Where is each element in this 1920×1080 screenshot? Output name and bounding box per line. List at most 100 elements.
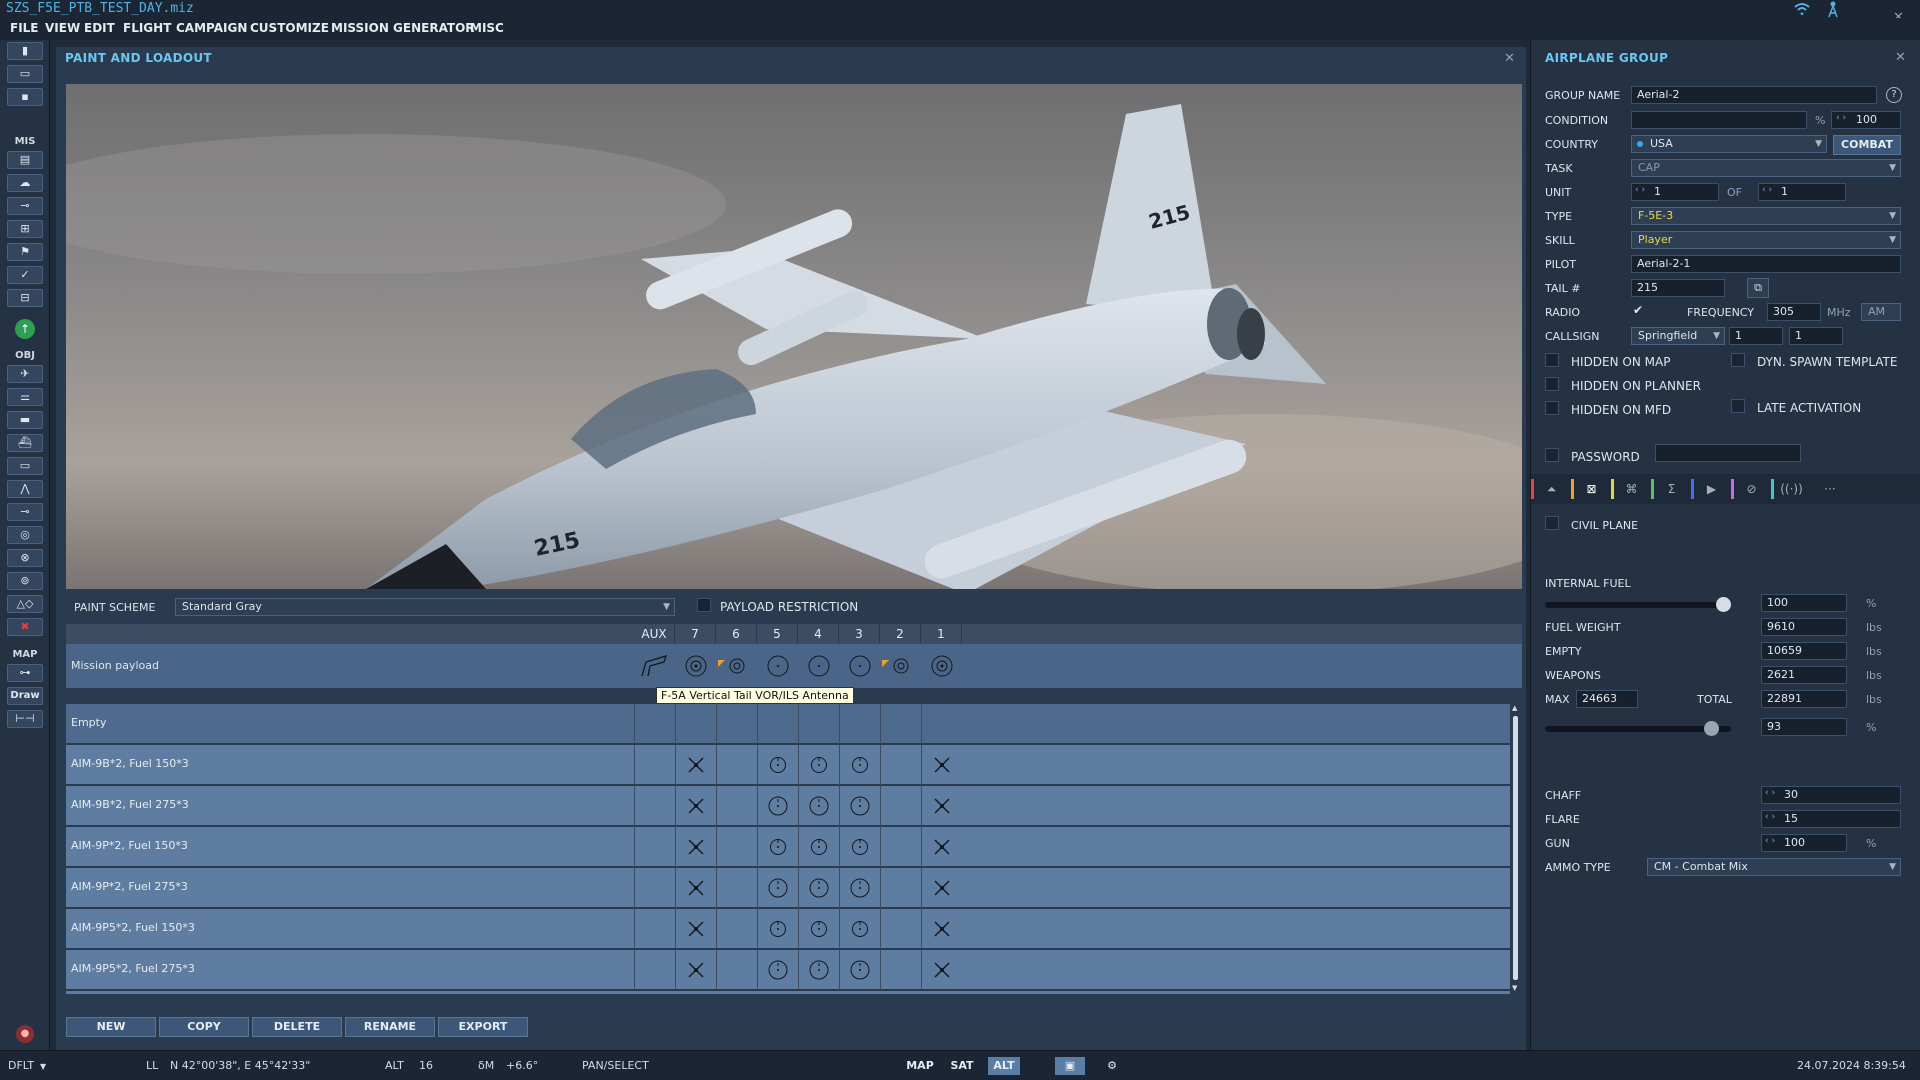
- station-cell[interactable]: [921, 868, 962, 908]
- station-cell[interactable]: [675, 786, 716, 826]
- delete-icon[interactable]: ✖: [7, 618, 43, 636]
- menu-campaign[interactable]: CAMPAIGN: [176, 21, 247, 35]
- shapes-icon[interactable]: △◇: [7, 595, 43, 613]
- chaff-spinner[interactable]: 30: [1761, 786, 1901, 804]
- ship-icon[interactable]: ⛴: [7, 434, 43, 452]
- station-3-pylon-icon[interactable]: [848, 654, 872, 678]
- spinner-arrows-icon[interactable]: ‹ ›: [1765, 788, 1775, 798]
- country-select[interactable]: USA ▼: [1631, 135, 1827, 153]
- station-5-pylon-icon[interactable]: [766, 654, 790, 678]
- payload-row[interactable]: AIM-9P5*2, Fuel 275*3: [66, 950, 1510, 990]
- payload-row[interactable]: AIM-9P*2, Fuel 275*3: [66, 868, 1510, 908]
- restrict-icon[interactable]: ⊘: [1731, 479, 1769, 499]
- payload-row[interactable]: AIM-9B*2, Fuel 150*3: [66, 745, 1510, 785]
- spinner-arrows-icon[interactable]: ‹ ›: [1765, 812, 1775, 822]
- station-cell[interactable]: [798, 786, 839, 826]
- station-cell[interactable]: [880, 786, 921, 826]
- password-input[interactable]: [1655, 444, 1801, 462]
- payload-row[interactable]: AIM-9B*2, Fuel 275*3: [66, 786, 1510, 826]
- nav-target-icon[interactable]: ▶: [1691, 479, 1729, 499]
- delete-button[interactable]: DELETE: [252, 1017, 342, 1037]
- combat-button[interactable]: COMBAT: [1833, 135, 1901, 155]
- hidden-on-map-checkbox[interactable]: [1545, 353, 1559, 367]
- station-2-pylon-icon[interactable]: [889, 654, 913, 678]
- station-cell[interactable]: [675, 745, 716, 785]
- route-icon[interactable]: ⊸: [7, 197, 43, 215]
- password-checkbox[interactable]: [1545, 448, 1559, 462]
- station-cell[interactable]: [634, 786, 675, 826]
- route-icon[interactable]: ⏶: [1531, 479, 1569, 499]
- map-view-button[interactable]: MAP: [904, 1057, 936, 1075]
- station-cell[interactable]: [716, 909, 757, 949]
- station-cell[interactable]: [675, 950, 716, 990]
- station-cell[interactable]: [798, 827, 839, 867]
- menu-misc[interactable]: MISC: [470, 21, 504, 35]
- civil-plane-checkbox[interactable]: [1545, 516, 1559, 530]
- group-icon[interactable]: ⊚: [7, 572, 43, 590]
- alt-view-button[interactable]: ALT: [988, 1057, 1020, 1075]
- station-cell[interactable]: [757, 704, 798, 744]
- internal-fuel-slider[interactable]: [1545, 597, 1731, 612]
- flare-spinner[interactable]: 15: [1761, 810, 1901, 828]
- save-icon[interactable]: ▪: [7, 88, 43, 106]
- station-cell[interactable]: [716, 868, 757, 908]
- radio-checkbox[interactable]: ✔: [1633, 303, 1643, 317]
- hidden-on-planner-checkbox[interactable]: [1545, 377, 1559, 391]
- station-cell[interactable]: [634, 827, 675, 867]
- ammo-type-select[interactable]: CM - Combat Mix ▼: [1647, 858, 1901, 876]
- payload-row[interactable]: AIM-9P*2, Fuel 150*3: [66, 827, 1510, 867]
- station-cell[interactable]: [880, 827, 921, 867]
- payload-icon[interactable]: ⊠: [1571, 479, 1609, 499]
- settings-icon[interactable]: ⚙: [1100, 1057, 1124, 1075]
- group-panel-close-icon[interactable]: ✕: [1895, 50, 1906, 65]
- scroll-down-icon[interactable]: ▼: [1512, 984, 1517, 992]
- menu-file[interactable]: FILE: [10, 21, 39, 35]
- station-4-pylon-icon[interactable]: [807, 654, 831, 678]
- station-cell[interactable]: [839, 745, 880, 785]
- station-cell[interactable]: [634, 909, 675, 949]
- static-object-icon[interactable]: ▭: [7, 457, 43, 475]
- station-cell[interactable]: [880, 950, 921, 990]
- station-cell[interactable]: [716, 745, 757, 785]
- payload-row[interactable]: [66, 991, 1510, 994]
- menu-customize[interactable]: CUSTOMIZE: [250, 21, 329, 35]
- station-cell[interactable]: [716, 827, 757, 867]
- target-icon[interactable]: ◎: [7, 526, 43, 544]
- station-cell[interactable]: [921, 950, 962, 990]
- station-cell[interactable]: [716, 704, 757, 744]
- callsign-number-1[interactable]: 1: [1729, 327, 1783, 345]
- station-cell[interactable]: [839, 704, 880, 744]
- nav-point-icon[interactable]: ⊸: [7, 503, 43, 521]
- station-cell[interactable]: [798, 950, 839, 990]
- station-cell[interactable]: [839, 868, 880, 908]
- band-select[interactable]: AM: [1861, 303, 1901, 321]
- goals-icon[interactable]: ⚑: [7, 243, 43, 261]
- station-cell[interactable]: [634, 868, 675, 908]
- layers-icon[interactable]: ▣: [1055, 1057, 1085, 1075]
- payload-row[interactable]: AIM-9P5*2, Fuel 150*3: [66, 909, 1510, 949]
- more-icon[interactable]: ···: [1811, 479, 1849, 499]
- spinner-arrows-icon[interactable]: ‹ ›: [1836, 113, 1846, 123]
- station-cell[interactable]: [798, 745, 839, 785]
- station-cell[interactable]: [921, 786, 962, 826]
- pilot-input[interactable]: Aerial-2-1: [1631, 255, 1901, 273]
- station-cell[interactable]: [880, 868, 921, 908]
- ruler-icon[interactable]: ⊢⊣: [7, 710, 43, 728]
- total-pct-input[interactable]: 93: [1761, 718, 1847, 736]
- spinner-arrows-icon[interactable]: ‹ ›: [1762, 185, 1772, 195]
- scrollbar[interactable]: ▲ ▼: [1510, 704, 1522, 994]
- antenna-station-icon[interactable]: [638, 654, 670, 678]
- slider-thumb[interactable]: [1716, 597, 1731, 612]
- payload-row[interactable]: Empty: [66, 704, 1510, 744]
- station-cell[interactable]: [880, 704, 921, 744]
- triggers-icon[interactable]: ⊟: [7, 289, 43, 307]
- station-cell[interactable]: [757, 868, 798, 908]
- up-arrow-icon[interactable]: ↑: [15, 319, 35, 339]
- station-cell[interactable]: [798, 704, 839, 744]
- station-cell[interactable]: [757, 950, 798, 990]
- station-cell[interactable]: [716, 950, 757, 990]
- summary-icon[interactable]: Σ: [1651, 479, 1689, 499]
- station-cell[interactable]: [757, 909, 798, 949]
- late-activation-checkbox[interactable]: [1731, 399, 1745, 413]
- new-button[interactable]: NEW: [66, 1017, 156, 1037]
